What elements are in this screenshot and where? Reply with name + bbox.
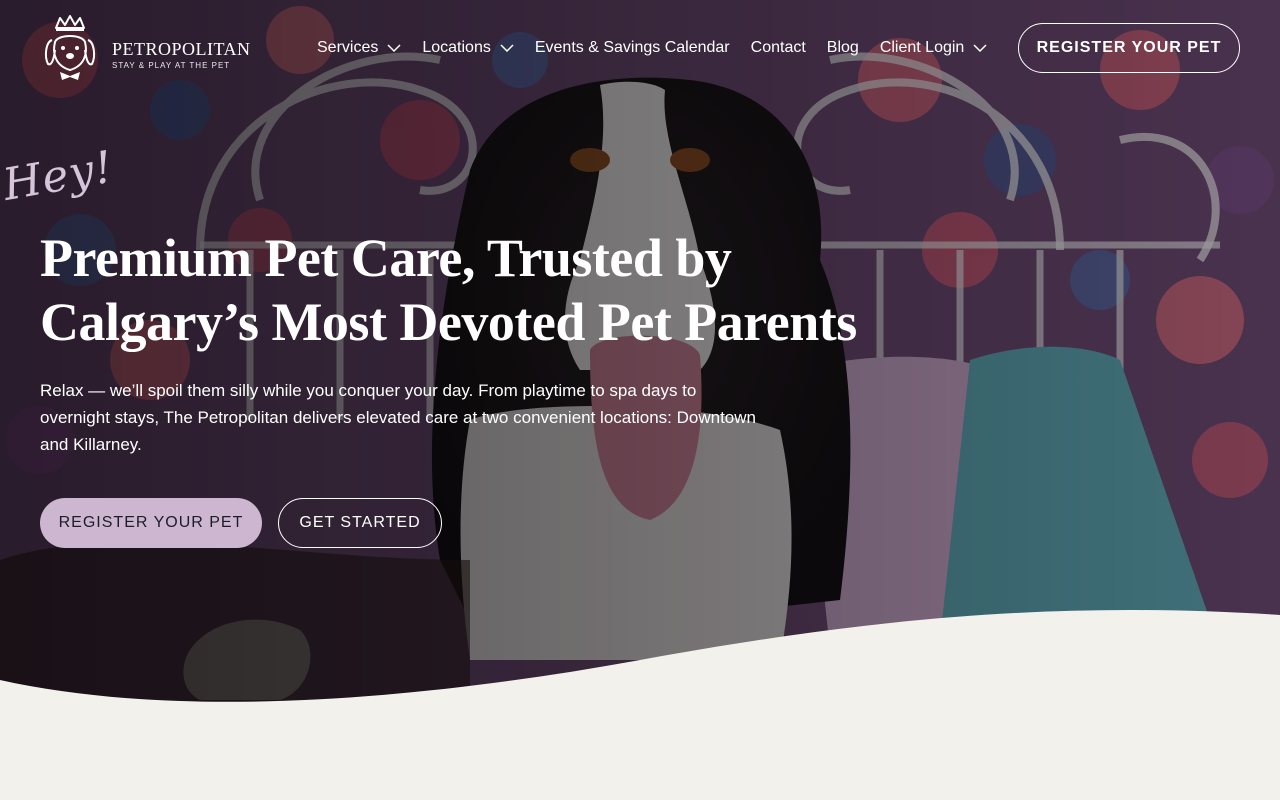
hero-description: Relax — we’ll spoil them silly while you… [40, 381, 756, 454]
nav-services-label: Services [317, 39, 379, 56]
hero-get-started-button[interactable]: GET STARTED [278, 498, 442, 548]
nav-events-label: Events & Savings Calendar [534, 39, 730, 56]
nav-blog-label: Blog [826, 39, 859, 56]
brand-name: PETROPOLITAN [112, 38, 251, 59]
chevron-down-icon [500, 39, 514, 57]
chevron-down-icon [387, 39, 401, 57]
nav-services[interactable]: Services [317, 39, 401, 57]
brand-logo[interactable]: PETROPOLITAN STAY & PLAY AT THE PET [42, 14, 251, 80]
main-navigation: Services Locations Events & Savings Cale… [317, 36, 987, 60]
nav-contact[interactable]: Contact [751, 39, 806, 57]
chevron-down-icon [973, 39, 987, 57]
hero-cta-group: REGISTER YOUR PET GET STARTED [40, 498, 442, 548]
crowned-dog-logo-icon [44, 15, 96, 80]
nav-locations-label: Locations [422, 39, 491, 56]
hero-headline-line-2: Calgary’s Most Devoted Pet Parents [40, 292, 857, 352]
brand-tagline: STAY & PLAY AT THE PET [112, 60, 231, 70]
hero-register-button[interactable]: REGISTER YOUR PET [40, 498, 262, 548]
nav-blog[interactable]: Blog [827, 39, 859, 57]
hero-section: PETROPOLITAN STAY & PLAY AT THE PET Serv… [0, 0, 1280, 800]
hero-headline-line-1: Premium Pet Care, Trusted by [40, 228, 732, 288]
nav-client-login[interactable]: Client Login [880, 39, 988, 57]
nav-events-calendar[interactable]: Events & Savings Calendar [535, 39, 730, 57]
nav-contact-label: Contact [750, 39, 806, 56]
nav-locations[interactable]: Locations [422, 39, 514, 57]
nav-client-login-label: Client Login [879, 39, 965, 56]
header-register-button[interactable]: REGISTER YOUR PET [1018, 23, 1240, 73]
hero-headline: Premium Pet Care, Trusted by Calgary’s M… [40, 226, 900, 354]
